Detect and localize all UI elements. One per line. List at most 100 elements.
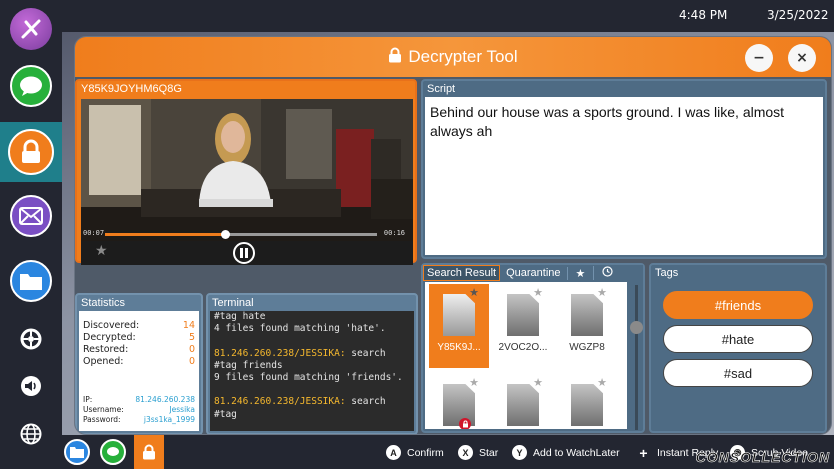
video-frame-image	[81, 99, 413, 241]
stat-row: Opened: 0	[83, 356, 195, 368]
minimize-button[interactable]: −	[745, 44, 773, 72]
file-name: 2VOC2O...	[498, 342, 548, 353]
stat-row: Decrypted: 5	[83, 332, 195, 344]
terminal-output[interactable]: #tag hate 4 files found matching 'hate'. 8…	[210, 311, 414, 431]
stat-label: Restored:	[83, 344, 129, 355]
decrypter-lock-icon[interactable]	[8, 129, 54, 175]
terminal-prompt: 81.246.260.238/JESSIKA:	[214, 396, 346, 408]
mail-icon[interactable]	[10, 195, 52, 237]
star-tab-icon: ★	[575, 266, 586, 280]
video-panel: Y85K9JOYHM6Q8G 00:07 00:16 ★	[75, 79, 417, 265]
watermark-logo: CONSOLLECTION	[695, 449, 830, 466]
script-text: Behind our house was a sports ground. I …	[425, 97, 823, 255]
stat-value: 0	[188, 344, 195, 355]
tab-starred[interactable]: ★	[566, 266, 594, 280]
file-star-icon[interactable]: ★	[533, 286, 543, 299]
terminal-line: #tag friends	[214, 359, 283, 371]
clock-date: 3/25/2022	[767, 8, 829, 22]
user-info-row: IP: 81.246.260.238	[83, 395, 195, 405]
lock-icon	[388, 47, 402, 68]
tab-quarantine[interactable]: Quarantine	[500, 266, 566, 280]
document-icon	[571, 294, 603, 336]
terminal-label: Terminal	[212, 297, 254, 309]
tag-button[interactable]: #friends	[663, 291, 813, 319]
user-info-label: Username:	[83, 405, 124, 414]
volume-icon[interactable]	[17, 372, 45, 400]
terminal-line: 9 files found matching 'friends'.	[214, 372, 403, 383]
file-star-icon[interactable]: ★	[533, 376, 543, 389]
statistics-label: Statistics	[81, 297, 126, 309]
file-star-icon[interactable]: ★	[597, 286, 607, 299]
tab-history[interactable]	[593, 266, 621, 280]
clock-time: 4:48 PM	[679, 8, 728, 22]
user-info-row: Username: Jessika	[83, 405, 195, 415]
pause-icon	[240, 248, 248, 258]
legend-label: Confirm	[407, 446, 444, 459]
controller-button-icon: X	[458, 445, 473, 460]
stat-row: Discovered: 14	[83, 320, 195, 332]
statistics-body: Discovered: 14 Decrypted: 5 Restored: 0 Opened…	[79, 311, 199, 431]
file-item[interactable]: ★	[493, 374, 553, 429]
tab-search-result[interactable]: Search Result	[423, 265, 501, 281]
terminal-line: #tag hate	[214, 311, 266, 322]
video-controls: 00:07 00:16 ★	[81, 229, 413, 265]
file-item[interactable]: ★ 2VOC2O...	[493, 284, 553, 368]
pause-button[interactable]	[233, 242, 255, 264]
user-info-row: Password: j3ss1ka_1999	[83, 415, 195, 425]
document-icon	[507, 294, 539, 336]
script-label: Script	[427, 83, 456, 95]
controller-button-icon: A	[386, 445, 401, 460]
file-star-icon[interactable]: ★	[469, 286, 479, 299]
taskbar-decrypter-icon[interactable]	[134, 435, 164, 469]
terminal-line: 4 files found matching 'hate'.	[214, 323, 386, 335]
file-item[interactable]: ★ WGZP8	[557, 284, 617, 368]
legend-label: Star	[479, 446, 499, 459]
user-info-label: Password:	[83, 415, 121, 424]
stat-value: 5	[188, 332, 195, 343]
close-button[interactable]: ×	[788, 44, 816, 72]
decrypter-window: Decrypter Tool − × Y85K9JOYHM6Q8G 00:07 …	[74, 36, 832, 435]
stat-label: Discovered:	[83, 320, 140, 331]
legend-item: X Star	[458, 445, 498, 460]
window-titlebar: Decrypter Tool − ×	[75, 37, 831, 77]
controller-button-icon: Y	[512, 445, 527, 460]
history-icon	[602, 266, 614, 277]
time-current: 00:07	[83, 229, 105, 237]
messages-icon[interactable]	[10, 65, 52, 107]
scrub-bar[interactable]	[105, 230, 377, 239]
tag-button[interactable]: #hate	[663, 325, 813, 353]
files-folder-icon[interactable]	[10, 260, 52, 302]
terminal-line: 81.246.260.238/JESSIKA: search	[214, 348, 410, 360]
legend-item: Y Add to WatchLater	[512, 445, 620, 460]
taskbar-messages-icon[interactable]	[100, 439, 126, 465]
terminal-line: 81.246.260.238/JESSIKA: search	[214, 396, 410, 408]
user-info: IP: 81.246.260.238 Username: Jessika Passwor…	[83, 395, 195, 425]
status-bar: 4:48 PM 3/25/2022	[62, 0, 834, 32]
file-browser-tabs: Search Result Quarantine ★	[423, 265, 643, 281]
file-item[interactable]: ★ Y85K9J...	[429, 284, 489, 368]
stat-label: Decrypted:	[83, 332, 136, 343]
settings-icon[interactable]	[17, 325, 45, 353]
file-item[interactable]: ★	[429, 374, 489, 429]
script-panel: Script Behind our house was a sports gro…	[421, 79, 827, 259]
app-logo-icon[interactable]	[10, 8, 52, 50]
legend-label: Add to WatchLater	[533, 446, 620, 459]
scrollbar-thumb[interactable]	[630, 321, 643, 334]
file-scrollbar[interactable]	[630, 285, 643, 430]
star-icon[interactable]: ★	[95, 243, 108, 259]
file-item[interactable]: ★	[557, 374, 617, 429]
tags-panel: Tags #friends #hate #sad	[649, 263, 827, 433]
scrub-handle[interactable]	[220, 230, 230, 239]
file-star-icon[interactable]: ★	[469, 376, 479, 389]
tag-button[interactable]: #sad	[663, 359, 813, 387]
file-star-icon[interactable]: ★	[597, 376, 607, 389]
user-info-value: j3ss1ka_1999	[143, 415, 195, 424]
document-icon	[571, 384, 603, 426]
globe-icon[interactable]	[17, 420, 45, 448]
user-info-value: Jessika	[169, 405, 195, 414]
taskbar-files-icon[interactable]	[64, 439, 90, 465]
stat-value: 14	[182, 320, 195, 331]
video-player[interactable]	[81, 99, 413, 241]
